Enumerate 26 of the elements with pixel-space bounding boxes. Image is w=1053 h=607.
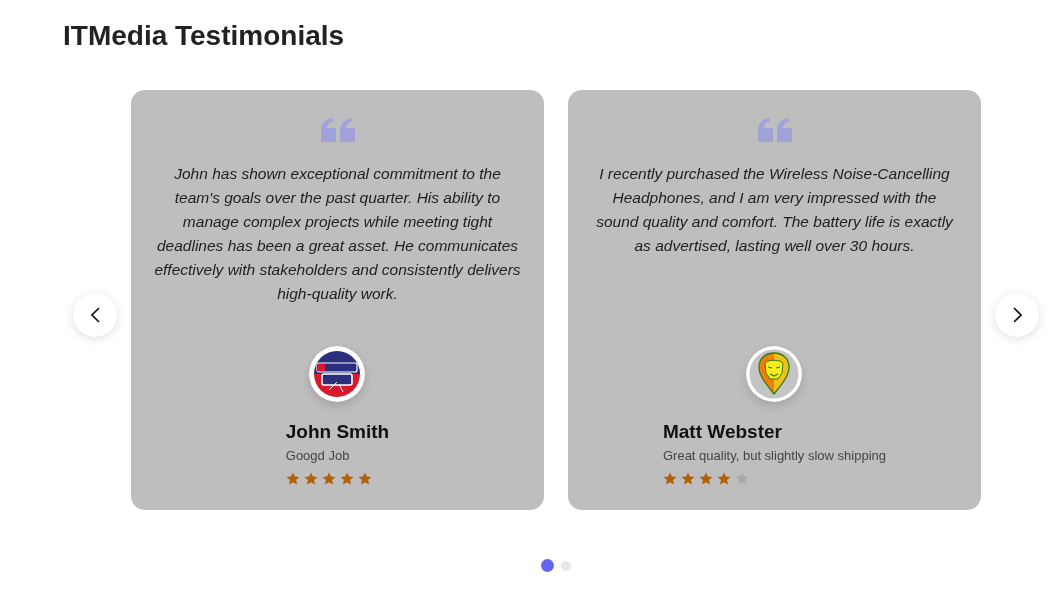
shield-emblem-icon [746, 346, 803, 402]
quote-icon [320, 118, 355, 142]
star-icon [716, 472, 731, 485]
star-icon [339, 472, 354, 485]
review-headline: Great quality, but slightly slow shipping [662, 447, 886, 465]
chevron-left-icon [90, 307, 100, 323]
star-icon [662, 472, 677, 485]
chevron-right-icon [1012, 307, 1022, 323]
reviewer-name: Matt Webster [662, 420, 782, 444]
testimonial-quote: I recently purchased the Wireless Noise-Cancelling Headphones, and I am very impressed with the sound quality and comfort. The battery life is exactly as advertised, lasting well over 30 hours. [595, 164, 955, 256]
pagination-dot[interactable] [561, 560, 571, 571]
star-icon [303, 472, 318, 485]
quote-icon [757, 118, 792, 142]
review-headline: Googd Job [285, 447, 350, 465]
star-icon [285, 472, 300, 485]
pagination-dot[interactable] [541, 559, 554, 572]
star-icon [680, 472, 695, 485]
star-icon [357, 472, 372, 485]
page-title: ITMedia Testimonials [63, 20, 345, 52]
previous-button[interactable] [73, 293, 117, 337]
star-icon [698, 472, 713, 485]
star-icon [321, 472, 336, 485]
next-button[interactable] [995, 293, 1039, 337]
round-logo-icon [309, 346, 366, 402]
testimonial-quote: John has shown exceptional commitment to the team's goals over the past quarter. His ability to manage complex projects while meeting tight deadlines has been a great asset. He communicates effectively with stakeholders and consistently delivers high-quality work. [153, 164, 522, 304]
reviewer-name: John Smith [285, 420, 390, 444]
